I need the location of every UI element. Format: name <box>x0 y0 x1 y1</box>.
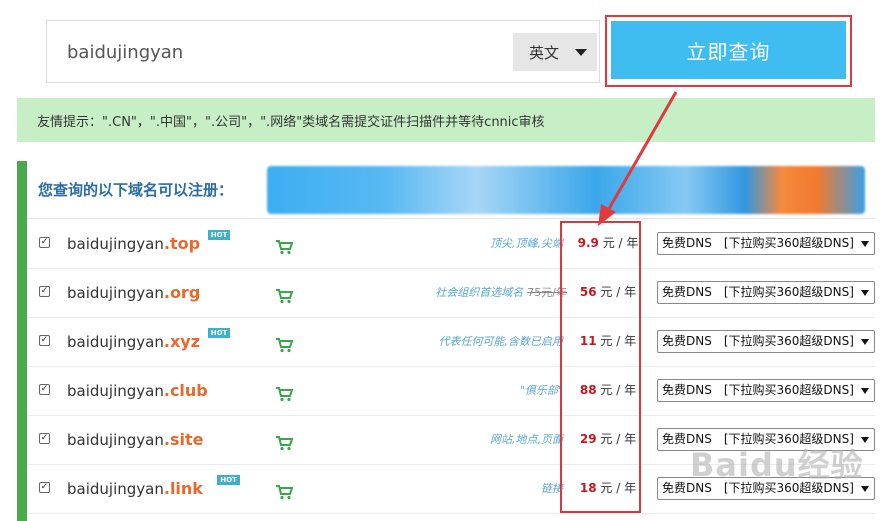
result-title: 您查询的以下域名可以注册： <box>38 181 234 199</box>
row-checkbox[interactable]: ✓ <box>39 482 50 493</box>
search-input[interactable] <box>67 39 487 65</box>
watermark: Baidu经验 <box>690 446 864 484</box>
dns-select[interactable]: 免费DNS [下拉购买360超级DNS] <box>657 379 875 402</box>
cart-icon[interactable] <box>275 288 293 304</box>
dns-select-value: 免费DNS [下拉购买360超级DNS] <box>662 334 854 348</box>
row-checkbox[interactable]: ✓ <box>39 335 50 346</box>
chevron-down-icon <box>861 339 869 345</box>
chevron-down-icon <box>861 388 869 394</box>
chevron-down-icon <box>575 49 587 56</box>
language-select-value: 英文 <box>529 43 560 62</box>
tip-text: 友情提示：".CN"，".中国"，".公司"，".网络"类域名需提交证件扫描件并… <box>37 114 545 130</box>
hot-badge: HOT <box>207 328 231 338</box>
domain-tld: .site <box>163 430 204 449</box>
hot-badge: HOT <box>217 475 240 485</box>
dns-select-value: 免费DNS [下拉购买360超级DNS] <box>662 285 854 299</box>
domain-name: baidujingyan.club <box>67 381 208 400</box>
row-checkbox[interactable]: ✓ <box>39 433 50 444</box>
hot-badge: HOT <box>207 230 231 240</box>
domain-description: 网站,地点,页面 <box>490 431 567 447</box>
domain-tld: .club <box>163 381 208 400</box>
result-header: 您查询的以下域名可以注册： <box>27 161 875 219</box>
domain-name: baidujingyan.link <box>67 479 203 498</box>
blurred-banner <box>267 166 865 214</box>
table-row: ✓ baidujingyan.top HOT 顶尖,顶峰,尖端 9.9 元 / 年免费D… <box>27 220 875 269</box>
table-row: ✓ baidujingyan.xyz HOT 代表任何可能,含数已启用 11 元 / 年… <box>27 318 875 367</box>
row-checkbox[interactable]: ✓ <box>39 384 50 395</box>
cart-icon[interactable] <box>275 239 293 255</box>
row-checkbox[interactable]: ✓ <box>39 237 50 248</box>
domain-tld: .top <box>163 234 201 253</box>
domain-description: 代表任何可能,含数已启用 <box>439 333 568 349</box>
cart-icon[interactable] <box>275 435 293 451</box>
domain-description: 社会组织首选域名 75元/年 <box>435 284 567 300</box>
domain-base: baidujingyan <box>67 235 164 253</box>
table-row: ✓ baidujingyan.org 社会组织首选域名 75元/年 56 元 / 年免费… <box>27 269 875 318</box>
domain-base: baidujingyan <box>67 431 164 449</box>
description-text: 社会组织首选域名 <box>435 286 524 299</box>
dns-select[interactable]: 免费DNS [下拉购买360超级DNS] <box>657 281 875 304</box>
domain-name: baidujingyan.site <box>67 430 203 449</box>
description-text: "俱乐部" <box>519 384 563 397</box>
language-select[interactable]: 英文 <box>513 33 597 71</box>
cart-icon[interactable] <box>275 484 293 500</box>
table-row: ✓ baidujingyan.club "俱乐部" 88 元 / 年免费DNS [下拉… <box>27 367 875 416</box>
description-text: 网站,地点,页面 <box>490 433 563 446</box>
domain-name: baidujingyan.top <box>67 234 200 253</box>
chevron-down-icon <box>861 486 869 492</box>
tip-bar: 友情提示：".CN"，".中国"，".公司"，".网络"类域名需提交证件扫描件并… <box>17 98 875 142</box>
dns-select[interactable]: 免费DNS [下拉购买360超级DNS] <box>657 232 875 255</box>
domain-description: 顶尖,顶峰,尖端 <box>490 235 567 251</box>
highlight-frame-price <box>560 221 641 513</box>
row-checkbox[interactable]: ✓ <box>39 286 50 297</box>
dns-select-value: 免费DNS [下拉购买360超级DNS] <box>662 236 854 250</box>
domain-base: baidujingyan <box>67 480 164 498</box>
domain-tld: .org <box>163 283 201 302</box>
domain-base: baidujingyan <box>67 382 164 400</box>
domain-name: baidujingyan.org <box>67 283 200 302</box>
description-text: 代表任何可能,含数已启用 <box>438 335 564 348</box>
domain-name: baidujingyan.xyz <box>67 332 200 351</box>
domain-base: baidujingyan <box>67 284 164 302</box>
chevron-down-icon <box>861 290 869 296</box>
domain-base: baidujingyan <box>67 333 164 351</box>
query-button[interactable]: 立即查询 <box>611 21 846 79</box>
description-text: 顶尖,顶峰,尖端 <box>490 237 563 250</box>
domain-tld: .link <box>163 479 203 498</box>
dns-select-value: 免费DNS [下拉购买360超级DNS] <box>662 383 854 397</box>
cart-icon[interactable] <box>275 337 293 353</box>
search-box: 英文 <box>46 20 600 83</box>
chevron-down-icon <box>861 241 869 247</box>
cart-icon[interactable] <box>275 386 293 402</box>
domain-tld: .xyz <box>163 332 200 351</box>
dns-select[interactable]: 免费DNS [下拉购买360超级DNS] <box>657 330 875 353</box>
